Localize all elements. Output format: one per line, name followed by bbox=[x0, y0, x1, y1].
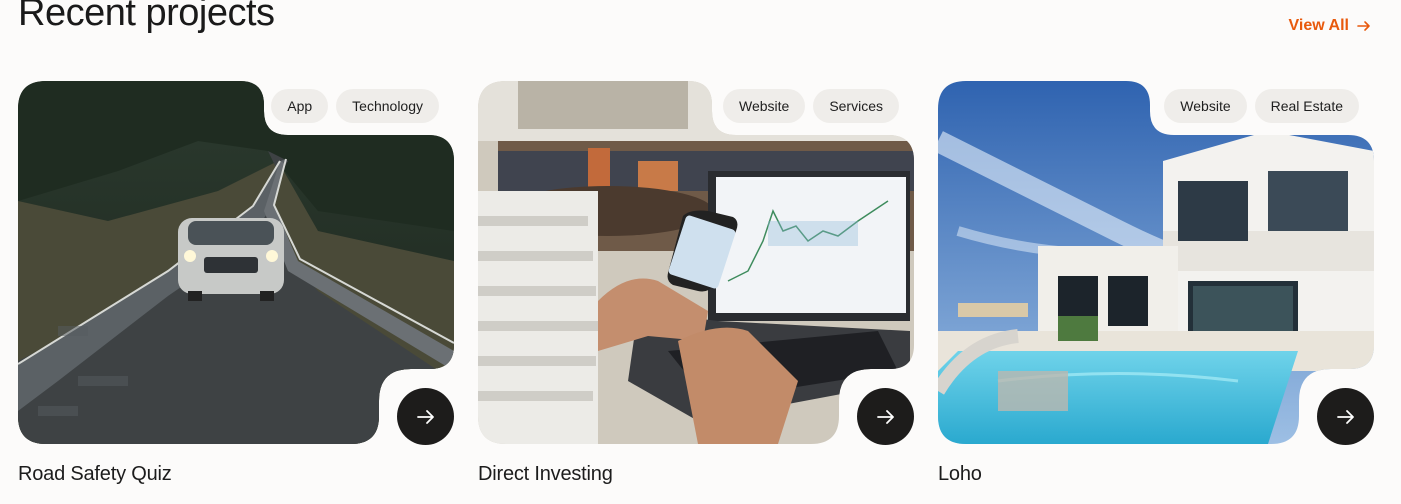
tag-list: Website Real Estate bbox=[1164, 89, 1359, 123]
tag-chip[interactable]: App bbox=[271, 89, 329, 123]
open-project-button[interactable] bbox=[857, 388, 914, 445]
tag-chip[interactable]: Website bbox=[1164, 89, 1247, 123]
view-all-label: View All bbox=[1288, 17, 1349, 34]
arrow-right-icon bbox=[416, 409, 434, 424]
tag-chip[interactable]: Services bbox=[813, 89, 899, 123]
tag-chip[interactable]: Website bbox=[722, 89, 806, 123]
project-image[interactable] bbox=[18, 81, 454, 444]
tag-chip[interactable]: Technology bbox=[336, 89, 439, 123]
arrow-right-icon bbox=[1357, 21, 1370, 31]
project-card[interactable]: Website Real Estate Loho bbox=[938, 81, 1374, 485]
open-project-button[interactable] bbox=[1317, 388, 1374, 445]
section-title: Recent projects bbox=[18, 0, 275, 34]
tag-list: Website Services bbox=[722, 89, 899, 123]
tag-chip[interactable]: Real Estate bbox=[1254, 89, 1359, 123]
view-all-link[interactable]: View All bbox=[1289, 17, 1371, 35]
project-title[interactable]: Road Safety Quiz bbox=[18, 463, 172, 486]
tag-list: App Technology bbox=[271, 89, 439, 123]
project-title[interactable]: Direct Investing bbox=[478, 463, 613, 486]
project-card[interactable]: App Technology Road Safety Quiz bbox=[18, 81, 454, 485]
project-image[interactable] bbox=[938, 81, 1374, 444]
project-image[interactable] bbox=[478, 81, 914, 444]
project-card[interactable]: Website Services Direct Investing bbox=[478, 81, 914, 485]
project-title[interactable]: Loho bbox=[938, 463, 982, 486]
arrow-right-icon bbox=[876, 409, 894, 424]
open-project-button[interactable] bbox=[397, 388, 454, 445]
arrow-right-icon bbox=[1336, 409, 1354, 424]
